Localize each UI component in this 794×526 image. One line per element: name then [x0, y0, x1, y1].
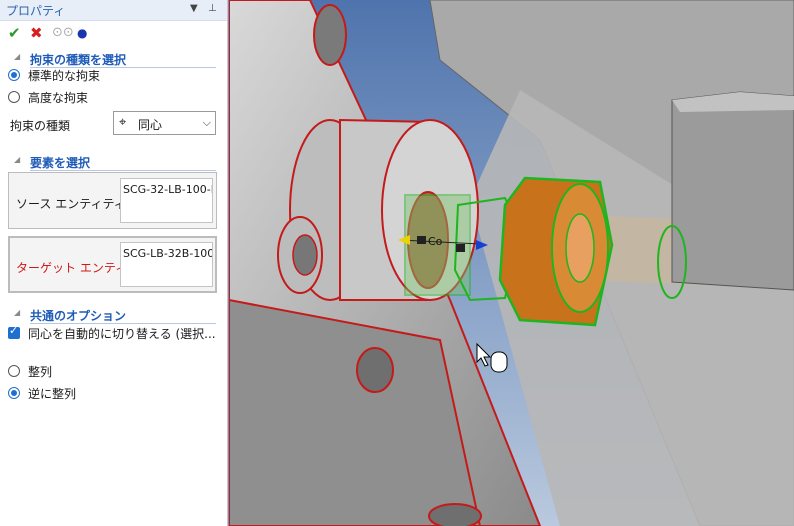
divider — [30, 323, 216, 324]
concentric-icon: ⌖ — [119, 115, 127, 130]
manipulator-handle-left[interactable] — [417, 236, 426, 244]
panel-title: プロパティ — [6, 4, 66, 18]
source-entity-label: ソース エンティティ — [16, 197, 126, 211]
glasses-icon[interactable]: ⊙⊙ — [52, 24, 74, 42]
hex-nut-bore — [565, 213, 595, 283]
source-entity-value: SCG-32-LB-100-E — [123, 183, 213, 196]
section-select-entities[interactable]: ◢ 要素を選択 — [0, 153, 228, 171]
source-entity-value-box[interactable]: SCG-32-LB-100-E — [120, 178, 213, 223]
3d-viewport[interactable]: Co — [229, 0, 794, 526]
collapse-triangle-icon: ◢ — [14, 155, 21, 164]
target-entity-value-box[interactable]: SCG-LB-32B-100- — [120, 242, 213, 287]
section-constraint-type[interactable]: ◢ 拘束の種類を選択 — [0, 50, 228, 68]
section-heading: 拘束の種類を選択 — [30, 53, 127, 67]
auto-switch-checkbox[interactable] — [8, 324, 20, 339]
collapse-triangle-icon: ◢ — [14, 308, 21, 317]
radio-label: 高度な拘束 — [28, 91, 89, 105]
panel-titlebar: プロパティ ▼ ⊥ — [0, 0, 227, 21]
radio-button[interactable] — [8, 387, 20, 399]
mouse-button-icon — [490, 351, 508, 373]
radio-label: 標準的な拘束 — [28, 69, 101, 83]
constraint-type-label: 拘束の種類 — [10, 119, 71, 133]
panel-toolbar: ✔ ✖ ⊙⊙ ● — [0, 21, 227, 47]
radio-label: 整列 — [28, 365, 53, 379]
section-heading: 共通のオプション — [30, 309, 127, 323]
target-entity-field[interactable]: ターゲット エンティ... SCG-LB-32B-100- — [8, 236, 217, 293]
3d-scene[interactable]: Co — [229, 0, 794, 526]
manipulator-label: Co — [428, 235, 443, 248]
right-block[interactable] — [671, 91, 794, 291]
radio-button[interactable] — [8, 69, 20, 81]
source-entity-field[interactable]: ソース エンティティ SCG-32-LB-100-E — [8, 172, 217, 229]
manipulator-handle-right[interactable] — [456, 244, 465, 252]
ok-check-icon[interactable]: ✔ — [8, 24, 21, 42]
chevron-down-icon: ⌵ — [202, 116, 211, 129]
select-value: 同心 — [138, 118, 163, 132]
bracket-hole-bottom — [428, 503, 482, 526]
small-boss-hole — [292, 234, 318, 276]
radio-label: 逆に整列 — [28, 387, 77, 401]
bracket-hole-lower — [356, 347, 394, 393]
pin-icon[interactable]: ⊥ — [208, 3, 217, 14]
dot-icon[interactable]: ● — [77, 24, 87, 42]
section-heading: 要素を選択 — [30, 156, 91, 170]
dropdown-arrow-icon[interactable]: ▼ — [190, 3, 198, 14]
checkbox-label: 同心を自動的に切り替える (選択... — [28, 327, 216, 341]
section-common-options[interactable]: ◢ 共通のオプション — [0, 306, 228, 324]
cancel-x-icon[interactable]: ✖ — [30, 24, 43, 42]
divider — [30, 170, 216, 171]
auto-switch-checkbox-row[interactable]: 同心を自動的に切り替える (選択... — [8, 324, 223, 343]
radio-button[interactable] — [8, 365, 20, 377]
bracket-hole-top — [313, 4, 347, 66]
constraint-type-select[interactable]: ⌖ 同心 ⌵ — [113, 111, 216, 135]
collapse-triangle-icon: ◢ — [14, 52, 21, 61]
radio-button[interactable] — [8, 91, 20, 103]
properties-panel: プロパティ ▼ ⊥ ✔ ✖ ⊙⊙ ● ◢ 拘束の種類を選択 標準的な拘束 高度な… — [0, 0, 228, 526]
target-entity-value: SCG-LB-32B-100- — [123, 247, 213, 260]
